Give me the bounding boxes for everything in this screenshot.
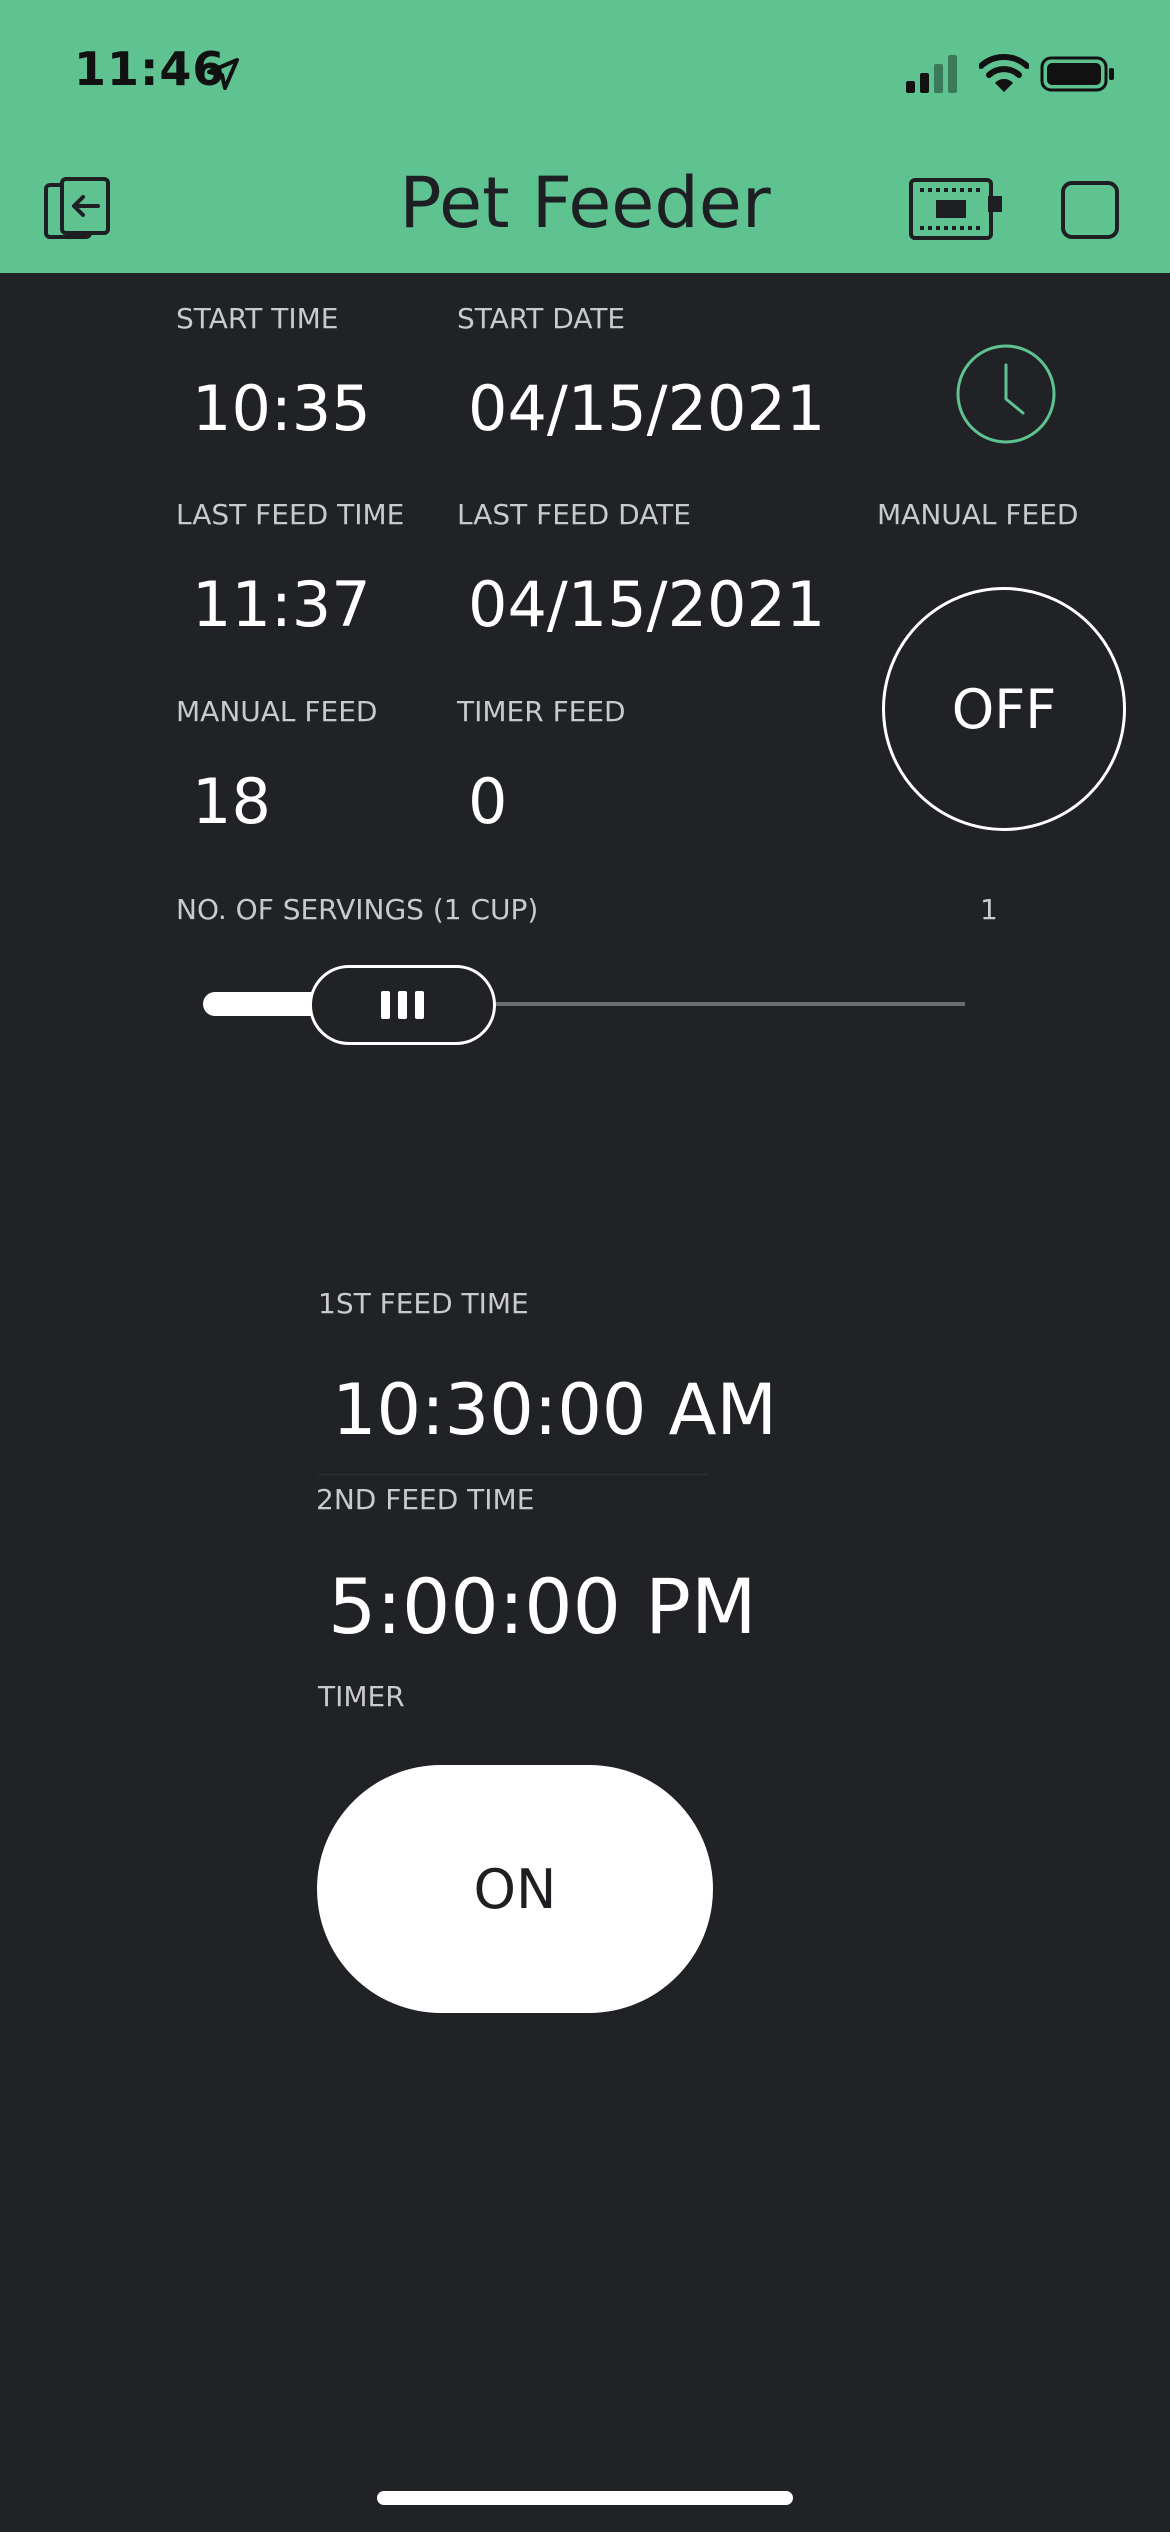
last-feed-date-label: LAST FEED DATE [457, 498, 691, 531]
second-feed-time-label: 2ND FEED TIME [316, 1483, 535, 1516]
manual-feed-button[interactable]: OFF [882, 587, 1126, 831]
first-feed-time-value[interactable]: 10:30:00 AM [332, 1369, 777, 1451]
timer-state: ON [473, 1857, 557, 1921]
start-date-label: START DATE [457, 302, 626, 335]
servings-value: 1 [980, 893, 998, 926]
timer-feed-count-label: TIMER FEED [457, 695, 626, 728]
manual-feed-button-label: MANUAL FEED [877, 498, 1079, 531]
start-time-value: 10:35 [192, 372, 371, 445]
wifi-icon [979, 54, 1029, 92]
servings-slider-thumb[interactable] [309, 965, 496, 1045]
manual-feed-count: 18 [192, 765, 271, 838]
stop-button[interactable] [1060, 180, 1120, 240]
grip-icon [415, 991, 424, 1019]
grip-icon [381, 991, 390, 1019]
servings-label: NO. OF SERVINGS (1 CUP) [176, 893, 539, 926]
timer-label: TIMER [318, 1680, 405, 1713]
start-date-value: 04/15/2021 [468, 372, 826, 445]
last-feed-time-value: 11:37 [192, 568, 371, 641]
manual-feed-count-label: MANUAL FEED [176, 695, 378, 728]
grip-icon [398, 991, 407, 1019]
battery-icon [1040, 56, 1114, 92]
start-time-label: START TIME [176, 302, 339, 335]
timer-toggle-button[interactable]: ON [317, 1765, 713, 2013]
servings-slider-track[interactable] [495, 1002, 965, 1006]
location-arrow-icon [207, 58, 239, 90]
second-feed-time-value[interactable]: 5:00:00 PM [328, 1562, 757, 1651]
first-feed-time-label: 1ST FEED TIME [318, 1287, 529, 1320]
manual-feed-state: OFF [951, 677, 1057, 741]
timer-feed-count: 0 [468, 765, 508, 838]
clock-icon[interactable] [955, 343, 1057, 445]
home-indicator[interactable] [377, 2491, 793, 2505]
device-board-button[interactable] [908, 174, 1004, 244]
cellular-signal-icon [906, 55, 957, 93]
divider [318, 1474, 708, 1475]
last-feed-date-value: 04/15/2021 [468, 568, 826, 641]
last-feed-time-label: LAST FEED TIME [176, 498, 405, 531]
